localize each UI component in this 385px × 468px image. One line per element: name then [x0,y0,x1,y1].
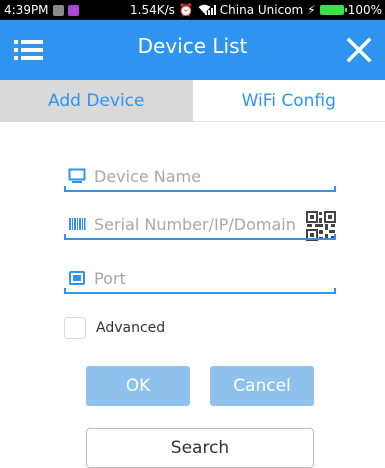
title-bar: Device List [0,20,385,80]
device-name-field-group [64,160,336,192]
battery-level: 100% [347,3,382,17]
advanced-option: Advanced [64,317,165,339]
port-underline [64,288,336,294]
app-notification-icon [67,4,79,16]
device-name-input[interactable] [94,162,332,190]
serial-underline [64,234,336,240]
advanced-label: Advanced [96,320,166,336]
status-time: 4:39PM [4,3,49,17]
tab-wifi-config[interactable]: WiFi Config [192,80,385,122]
advanced-checkbox[interactable] [64,317,86,339]
status-bar: 4:39PM 1.54K/s ⏰ China Unicom ⚡ 100% [0,0,385,20]
charging-icon: ⚡ [307,3,316,17]
qr-code-icon[interactable] [306,211,336,241]
notification-icon [52,4,64,16]
port-icon [68,270,86,286]
device-name-underline [64,186,336,192]
battery-icon [319,5,347,15]
tab-bar: Add Device WiFi Config [0,80,385,122]
serial-field-group [64,208,336,241]
barcode-icon [68,216,86,232]
page-title: Device List [137,34,248,58]
port-field-group [64,262,336,294]
alarm-icon: ⏰ [178,3,194,17]
monitor-icon [68,168,86,184]
cancel-button[interactable]: Cancel [210,366,314,406]
serial-input[interactable] [94,210,299,238]
signal-icon [204,5,216,15]
ok-button[interactable]: OK [86,366,190,406]
carrier-name: China Unicom [219,3,304,17]
network-speed: 1.54K/s [130,3,175,17]
port-input[interactable] [94,264,332,292]
close-icon[interactable] [343,34,375,66]
tab-add-device[interactable]: Add Device [0,80,193,122]
search-button[interactable]: Search [86,428,314,468]
